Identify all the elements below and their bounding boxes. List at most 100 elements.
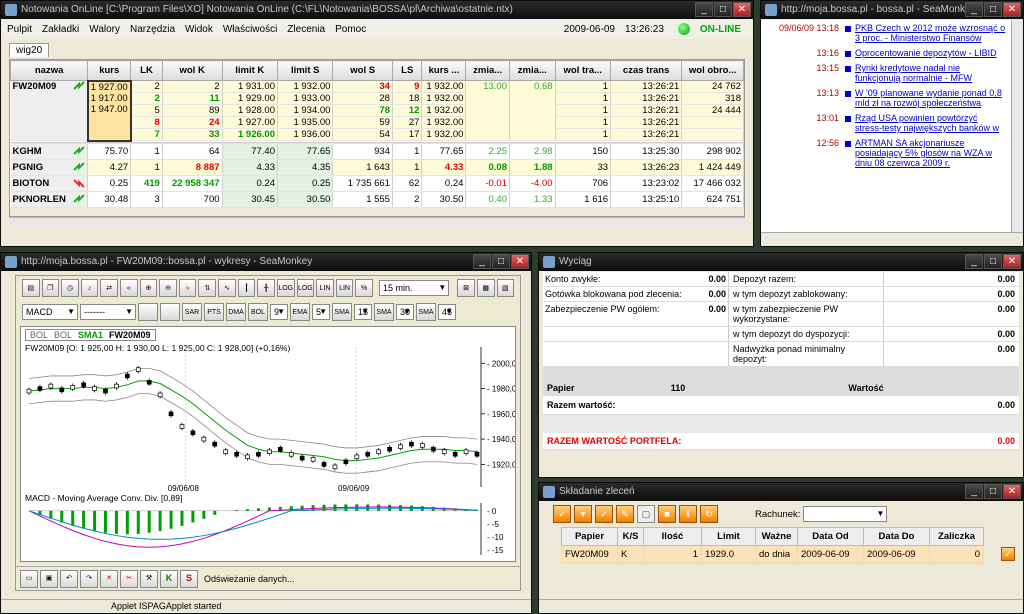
list-item[interactable]: 13:01 Rząd USA powinien powtórzyć stress-… xyxy=(761,110,1011,135)
chart-titlebar[interactable]: http://moja.bossa.pl - FW20M09::bossa.pl… xyxy=(1,253,531,271)
col-kurs2[interactable]: kurs ... xyxy=(421,60,467,81)
check-all-icon[interactable]: ✓ xyxy=(595,505,613,523)
blank-button[interactable] xyxy=(160,303,180,321)
indicator2-select[interactable]: ------- xyxy=(80,304,136,320)
save-icon[interactable]: ▣ xyxy=(40,569,58,588)
minimize-button[interactable]: _ xyxy=(695,2,713,17)
col-lk[interactable]: LK xyxy=(130,60,163,81)
col-ks[interactable]: K/S xyxy=(617,527,644,546)
col-data-od[interactable]: Data Od xyxy=(797,527,864,546)
candle-chart-icon[interactable]: ╂ xyxy=(257,279,275,297)
col-limits[interactable]: limit S xyxy=(276,60,334,81)
sma1-period-input[interactable]: 15 xyxy=(354,304,372,320)
lin2-icon[interactable]: LIN xyxy=(335,279,354,297)
col-wols[interactable]: wol S xyxy=(332,60,393,81)
blank-button[interactable] xyxy=(138,303,158,321)
col-zmiana2[interactable]: zmia... xyxy=(509,60,556,81)
refresh-icon[interactable]: ↻ xyxy=(700,505,718,523)
col-czastrans[interactable]: czas trans xyxy=(610,60,683,81)
s-icon[interactable]: S xyxy=(180,569,198,588)
sma2-period-input[interactable]: 30 xyxy=(396,304,414,320)
pts-button[interactable]: PTS xyxy=(204,303,224,321)
close-button[interactable]: ✕ xyxy=(1003,254,1021,269)
list-item[interactable]: 13:15 Rynki kredytowe nadal nie funkcjonu… xyxy=(761,60,1011,85)
log-icon[interactable]: LOG xyxy=(276,279,295,297)
horizontal-scrollbar[interactable] xyxy=(9,217,745,228)
chart-canvas[interactable]: BOL BOL SMA1 FW20M09 FW20M09 [O: 1 925,0… xyxy=(20,326,516,562)
news-link[interactable]: ARTMAN SA akcjonariusze posiadający 5% g… xyxy=(855,138,1007,168)
menu-narzedzia[interactable]: Narzędzia xyxy=(130,24,175,35)
lin-icon[interactable]: LIN xyxy=(316,279,334,297)
zoom-in-icon[interactable]: ⊕ xyxy=(139,279,158,297)
maximize-button[interactable]: □ xyxy=(984,254,1002,269)
wyciag-titlebar[interactable]: Wyciąg _ □ ✕ xyxy=(539,253,1023,271)
col-limit[interactable]: Limit xyxy=(701,527,756,546)
menu-pulpit[interactable]: Pulpit xyxy=(7,24,32,35)
edit-order-icon[interactable]: ✎ xyxy=(616,505,634,523)
confirm-checkbox[interactable]: ✓ xyxy=(1001,547,1015,561)
rewind-icon[interactable]: « xyxy=(120,279,138,297)
menu-widok[interactable]: Widok xyxy=(185,24,213,35)
clear-icon[interactable]: ▢ xyxy=(637,505,655,523)
col-ls[interactable]: LS xyxy=(391,60,423,81)
close-button[interactable]: ✕ xyxy=(1003,484,1021,499)
list-item[interactable]: 09/06/09 13:18 PKB Czech w 2012 może wzro… xyxy=(761,20,1011,45)
close-button[interactable]: ✕ xyxy=(511,254,529,269)
maximize-button[interactable]: □ xyxy=(984,2,1002,17)
news-link[interactable]: W '09 planowane wydanie ponad 0,8 mld zł… xyxy=(855,88,1007,108)
maximize-button[interactable]: □ xyxy=(492,254,510,269)
col-wolobrot[interactable]: wol obro... xyxy=(681,60,744,81)
bol-button[interactable]: BOL xyxy=(248,303,268,321)
list-item[interactable]: 13:13 W '09 planowane wydanie ponad 0,8 m… xyxy=(761,85,1011,110)
col-ilosc[interactable]: Ilość xyxy=(643,527,702,546)
quotes-titlebar[interactable]: Notowania OnLine [C:\Program Files\XO] N… xyxy=(1,1,753,19)
delete-icon[interactable]: ✕ xyxy=(100,569,118,588)
check-down-icon[interactable]: ▾ xyxy=(574,505,592,523)
col-kurs[interactable]: kurs xyxy=(87,60,132,81)
sma2-button[interactable]: SMA xyxy=(374,303,394,321)
table-row[interactable]: KGHM 75.70 1 64 77.40 77.65 934 1 77.65 2.25 2.98… xyxy=(10,143,744,160)
news-link[interactable]: PKB Czech w 2012 może wzrosnąć o 3 proc.… xyxy=(855,23,1007,43)
sar-button[interactable]: SAR xyxy=(182,303,202,321)
bol-period-input[interactable]: 9 xyxy=(270,304,288,320)
tab-wig20[interactable]: wig20 xyxy=(9,43,50,57)
news-titlebar[interactable]: http://moja.bossa.pl - bossa.pl - SeaMon… xyxy=(761,1,1023,19)
sma3-period-input[interactable]: 45 xyxy=(438,304,456,320)
table-row[interactable]: FW20M09 K 1 1929.0 do dnia 2009-06-09 20… xyxy=(561,545,984,564)
col-wazne[interactable]: Ważne xyxy=(755,527,798,546)
minimize-button[interactable]: _ xyxy=(965,254,983,269)
col-zaliczka[interactable]: Zaliczka xyxy=(929,527,984,546)
minimize-button[interactable]: _ xyxy=(965,2,983,17)
menu-zakladki[interactable]: Zakładki xyxy=(42,24,79,35)
ema-period-input[interactable]: 5 xyxy=(312,304,330,320)
minimize-button[interactable]: _ xyxy=(965,484,983,499)
rachunek-select[interactable] xyxy=(803,506,888,522)
line-chart-icon[interactable]: ∿ xyxy=(218,279,236,297)
col-papier[interactable]: Papier xyxy=(561,527,618,546)
arrows-icon[interactable]: ⇄ xyxy=(100,279,119,297)
ema-button[interactable]: EMA xyxy=(290,303,310,321)
window-icon[interactable]: ⊠ xyxy=(457,279,475,297)
maximize-button[interactable]: □ xyxy=(984,484,1002,499)
col-data-do[interactable]: Data Do xyxy=(863,527,930,546)
table-row[interactable]: PGNIG 4.27 1 8 887 4.33 4.35 1 643 1 4.33 0.08 1.… xyxy=(10,159,744,176)
vertical-scrollbar[interactable] xyxy=(1011,20,1023,232)
table-row[interactable]: BIOTON 0.25 419 22 958 347 0.24 0.25 1 735 66… xyxy=(10,175,744,192)
col-wolk[interactable]: wol K xyxy=(161,60,223,81)
minimize-button[interactable]: _ xyxy=(473,254,491,269)
menu-pomoc[interactable]: Pomoc xyxy=(335,24,366,35)
news-link[interactable]: Rynki kredytowe nadal nie funkcjonują no… xyxy=(855,63,1007,83)
undo-icon[interactable]: ↶ xyxy=(60,569,78,588)
zoom-out-icon[interactable]: ⊖ xyxy=(159,279,177,297)
print-icon[interactable]: ▤ xyxy=(22,279,40,297)
col-nazwa[interactable]: nazwa xyxy=(10,60,89,81)
forward-icon[interactable]: » xyxy=(178,279,197,297)
dma-button[interactable]: DMA xyxy=(226,303,246,321)
list-item[interactable]: 12:56 ARTMAN SA akcjonariusze posiadający… xyxy=(761,135,1011,170)
sma1-button[interactable]: SMA xyxy=(332,303,352,321)
check-icon[interactable]: ✓ xyxy=(553,505,571,523)
copy-icon[interactable]: ❐ xyxy=(41,279,60,297)
table-row[interactable]: FW20M09 1 927.00 1 917.00 1 947.00 2 2 1 9… xyxy=(10,79,744,142)
col-limitk[interactable]: limit K xyxy=(221,60,278,81)
menu-zlecenia[interactable]: Zlecenia xyxy=(287,24,325,35)
